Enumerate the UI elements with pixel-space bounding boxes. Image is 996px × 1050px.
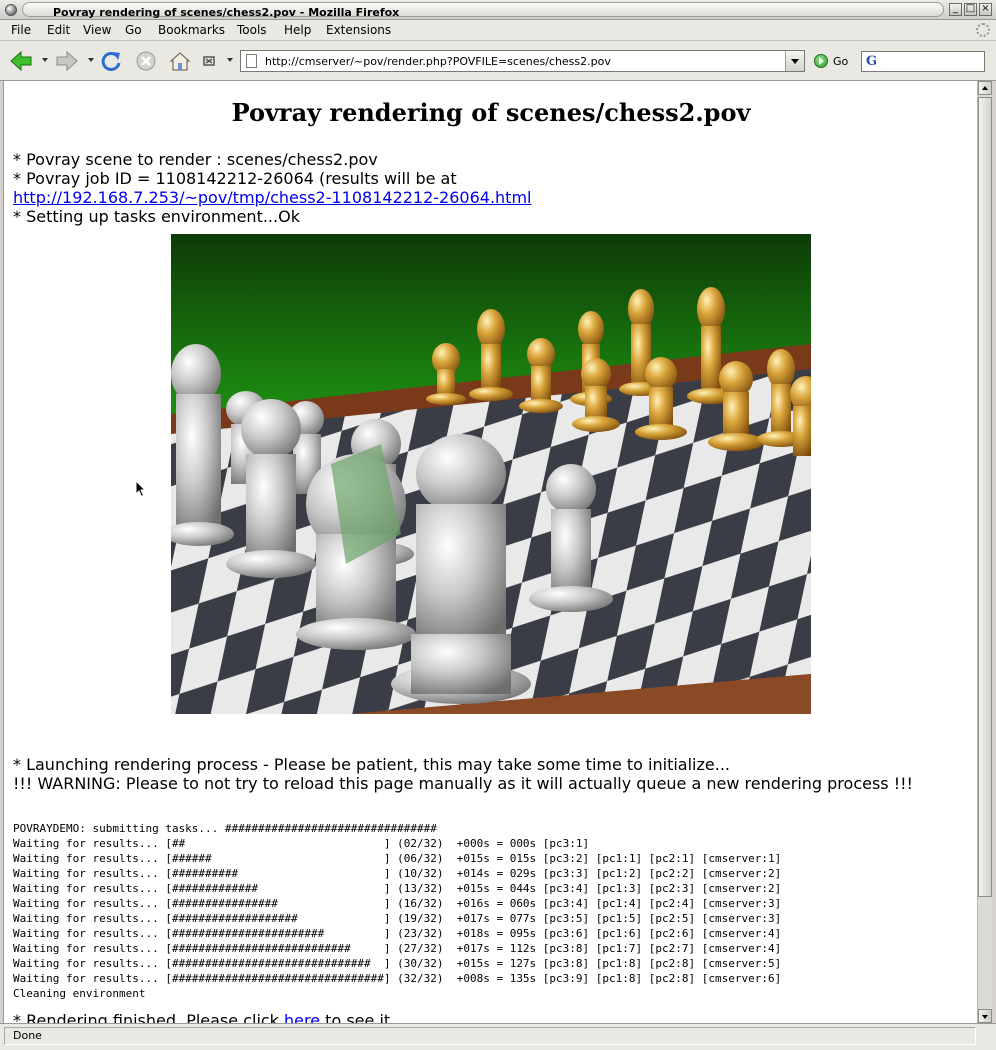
- home-button[interactable]: [168, 50, 192, 72]
- vertical-scrollbar[interactable]: [977, 81, 992, 1023]
- menu-go[interactable]: Go: [125, 23, 142, 37]
- log-line: Waiting for results... [###### ] (06/32)…: [13, 852, 782, 865]
- menu-view[interactable]: View: [83, 23, 111, 37]
- throbber-icon: [976, 23, 990, 37]
- back-button[interactable]: [9, 50, 33, 72]
- reload-button[interactable]: [99, 50, 123, 72]
- scroll-up-button[interactable]: [978, 81, 992, 95]
- log-line: Waiting for results... [################…: [13, 912, 782, 925]
- window-title: Povray rendering of scenes/chess2.pov - …: [53, 6, 400, 19]
- window-controls: _ □ ×: [949, 3, 992, 16]
- scroll-down-button[interactable]: [978, 1009, 992, 1023]
- render-log: POVRAYDEMO: submitting tasks... ########…: [13, 821, 781, 1001]
- warning-line: !!! WARNING: Please to not try to reload…: [13, 774, 913, 793]
- navigation-toolbar: Go G: [0, 41, 996, 81]
- log-line: Cleaning environment: [13, 987, 146, 1000]
- title-bar-pill: Povray rendering of scenes/chess2.pov - …: [22, 2, 944, 19]
- page-icon: [246, 54, 257, 68]
- finished-suffix: to see it.: [320, 1011, 396, 1023]
- results-link-line: http://192.168.7.253/~pov/tmp/chess2-110…: [13, 188, 531, 207]
- search-box[interactable]: G: [861, 51, 985, 72]
- chess-render-image: [171, 234, 811, 714]
- menu-help[interactable]: Help: [284, 23, 311, 37]
- page-title: Povray rendering of scenes/chess2.pov: [231, 98, 751, 127]
- go-arrow-icon: [814, 54, 828, 68]
- log-line: Waiting for results... [################…: [13, 927, 782, 940]
- maximize-icon: □: [965, 3, 976, 14]
- status-bar: Done: [0, 1023, 996, 1050]
- log-line: Waiting for results... [############# ] …: [13, 882, 782, 895]
- mouse-cursor-icon: [135, 480, 147, 498]
- google-icon[interactable]: G: [866, 54, 877, 69]
- menu-tools[interactable]: Tools: [237, 23, 267, 37]
- close-button[interactable]: ×: [979, 3, 992, 16]
- finished-prefix: * Rendering finished. Please click: [13, 1011, 285, 1023]
- scene-line: * Povray scene to render : scenes/chess2…: [13, 150, 378, 169]
- url-input[interactable]: [265, 52, 785, 70]
- url-bar[interactable]: [240, 50, 805, 72]
- maximize-button[interactable]: □: [964, 3, 977, 16]
- forward-button[interactable]: [55, 50, 79, 72]
- log-line: POVRAYDEMO: submitting tasks... ########…: [13, 822, 437, 835]
- menu-file[interactable]: File: [11, 23, 31, 37]
- page-content: Povray rendering of scenes/chess2.pov * …: [3, 81, 977, 1023]
- log-line: Waiting for results... [################…: [13, 972, 782, 985]
- stop-button[interactable]: [134, 50, 158, 72]
- forward-history-dropdown[interactable]: [88, 58, 94, 62]
- log-line: Waiting for results... [################…: [13, 942, 782, 955]
- results-link[interactable]: http://192.168.7.253/~pov/tmp/chess2-110…: [13, 188, 531, 207]
- log-line: Waiting for results... [## ] (02/32) +00…: [13, 837, 590, 850]
- url-history-dropdown[interactable]: [785, 51, 804, 71]
- menu-bookmarks[interactable]: Bookmarks: [158, 23, 225, 37]
- go-label: Go: [833, 54, 849, 68]
- menu-bar: File Edit View Go Bookmarks Tools Help E…: [0, 20, 996, 41]
- log-line: Waiting for results... [################…: [13, 897, 782, 910]
- extension-dropdown[interactable]: [227, 58, 233, 62]
- window-menu-icon[interactable]: [5, 4, 17, 16]
- go-button[interactable]: Go: [814, 52, 848, 70]
- window-titlebar: Povray rendering of scenes/chess2.pov - …: [0, 0, 996, 20]
- menu-edit[interactable]: Edit: [47, 23, 70, 37]
- job-line: * Povray job ID = 1108142212-26064 (resu…: [13, 169, 457, 188]
- minimize-button[interactable]: _: [949, 3, 962, 16]
- setup-line: * Setting up tasks environment...Ok: [13, 207, 300, 226]
- scroll-thumb[interactable]: [978, 97, 992, 897]
- status-panel: Done: [4, 1027, 976, 1045]
- launch-line: * Launching rendering process - Please b…: [13, 755, 730, 774]
- grease-icon[interactable]: [200, 50, 224, 72]
- status-text: Done: [13, 1029, 42, 1042]
- search-input[interactable]: [886, 53, 980, 70]
- minimize-icon: _: [953, 3, 958, 14]
- back-history-dropdown[interactable]: [42, 58, 48, 62]
- menu-extensions[interactable]: Extensions: [326, 23, 391, 37]
- log-line: Waiting for results... [################…: [13, 957, 782, 970]
- here-link[interactable]: here: [284, 1011, 320, 1023]
- finished-line: * Rendering finished. Please click here …: [13, 1011, 395, 1023]
- log-line: Waiting for results... [########## ] (10…: [13, 867, 782, 880]
- close-icon: ×: [981, 3, 990, 14]
